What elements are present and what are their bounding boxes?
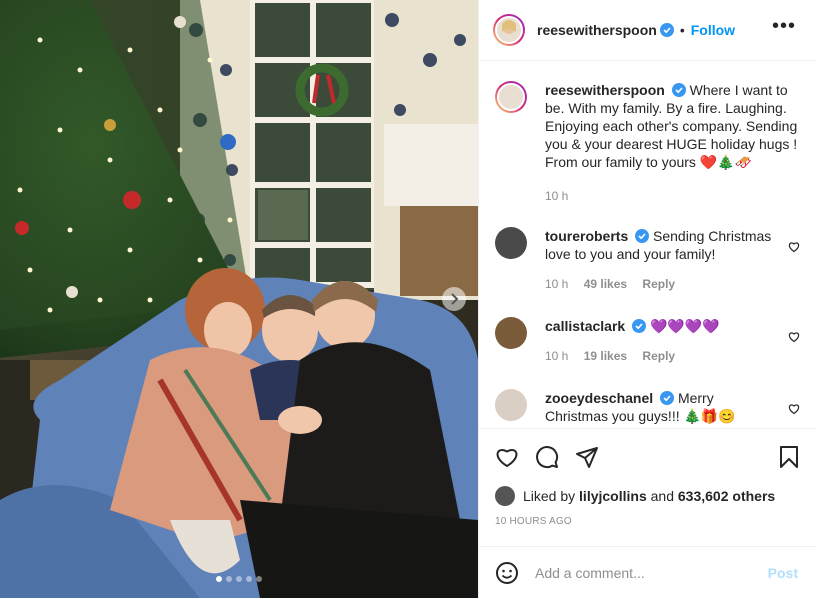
comment-text: 💜💜💜💜 — [649, 318, 720, 334]
carousel-dot — [256, 576, 262, 582]
caption-username[interactable]: reesewitherspoon — [545, 82, 665, 98]
post-timestamp: 10 HOURS AGO — [495, 516, 572, 527]
post-comment-button[interactable]: Post — [768, 565, 798, 581]
add-comment-bar: Post — [479, 546, 816, 599]
share-icon[interactable] — [575, 445, 599, 469]
post-side-panel: reesewitherspoon • Follow ••• reesewithe… — [478, 0, 816, 598]
comment-item: callistaclark 💜💜💜💜 10 h 19 likes Reply — [495, 317, 800, 365]
family-photo-illustration — [0, 0, 478, 598]
chevron-right-icon — [451, 293, 459, 305]
heart-icon[interactable] — [788, 241, 800, 253]
commenter-avatar[interactable] — [495, 389, 527, 421]
post-header: reesewitherspoon • Follow ••• — [479, 0, 816, 61]
comment-username[interactable]: zooeydeschanel — [545, 390, 653, 406]
verified-badge-icon — [632, 319, 647, 333]
liker-username[interactable]: lilyjcollins — [579, 488, 647, 504]
caption-item: reesewitherspoon Where I want to be. Wit… — [495, 81, 800, 205]
comment-likes[interactable]: 49 likes — [584, 277, 627, 291]
commenter-avatar[interactable] — [495, 317, 527, 349]
author-avatar[interactable] — [493, 14, 525, 46]
heart-icon[interactable] — [788, 403, 800, 415]
verified-badge-icon — [659, 23, 674, 37]
likes-prefix: Liked by — [523, 488, 576, 504]
verified-badge-icon — [660, 391, 675, 405]
carousel-indicator — [216, 576, 262, 582]
heart-icon[interactable] — [788, 331, 800, 343]
comment-time: 10 h — [545, 277, 569, 291]
verified-badge-icon — [635, 229, 650, 243]
carousel-dot — [216, 576, 222, 582]
comment-likes[interactable]: 19 likes — [584, 349, 627, 363]
likes-connector: and — [650, 488, 674, 504]
liker-avatar[interactable] — [495, 486, 515, 506]
caption-avatar[interactable] — [495, 81, 527, 113]
comment-icon[interactable] — [535, 445, 559, 469]
reply-button[interactable]: Reply — [642, 277, 675, 291]
author-username[interactable]: reesewitherspoon — [537, 22, 657, 38]
separator-dot: • — [679, 22, 685, 38]
carousel-dot — [226, 576, 232, 582]
comment-input[interactable] — [533, 564, 757, 582]
carousel-dot — [246, 576, 252, 582]
comments-list: reesewitherspoon Where I want to be. Wit… — [479, 61, 816, 428]
post-photo[interactable] — [0, 0, 478, 598]
commenter-avatar[interactable] — [495, 227, 527, 259]
reply-button[interactable]: Reply — [642, 349, 675, 363]
verified-badge-icon — [671, 83, 686, 97]
comment-username[interactable]: toureroberts — [545, 228, 628, 244]
carousel-dot — [236, 576, 242, 582]
comment-time: 10 h — [545, 349, 569, 363]
caption-time: 10 h — [545, 189, 569, 203]
comment-username[interactable]: callistaclark — [545, 318, 625, 334]
bookmark-icon[interactable] — [777, 445, 801, 469]
more-options-icon[interactable]: ••• — [772, 16, 796, 36]
follow-button[interactable]: Follow — [691, 22, 735, 38]
emoji-icon[interactable] — [495, 561, 519, 585]
likes-summary: Liked by lilyjcollins and 633,602 others — [495, 486, 775, 506]
comment-item: zooeydeschanel Merry Christmas you guys!… — [495, 389, 800, 425]
comment-item: toureroberts Sending Christmas love to y… — [495, 227, 800, 293]
likes-count[interactable]: 633,602 others — [678, 488, 775, 504]
carousel-next-button[interactable] — [442, 287, 466, 311]
post-actions-bar — [479, 428, 816, 489]
like-heart-icon[interactable] — [495, 445, 519, 469]
